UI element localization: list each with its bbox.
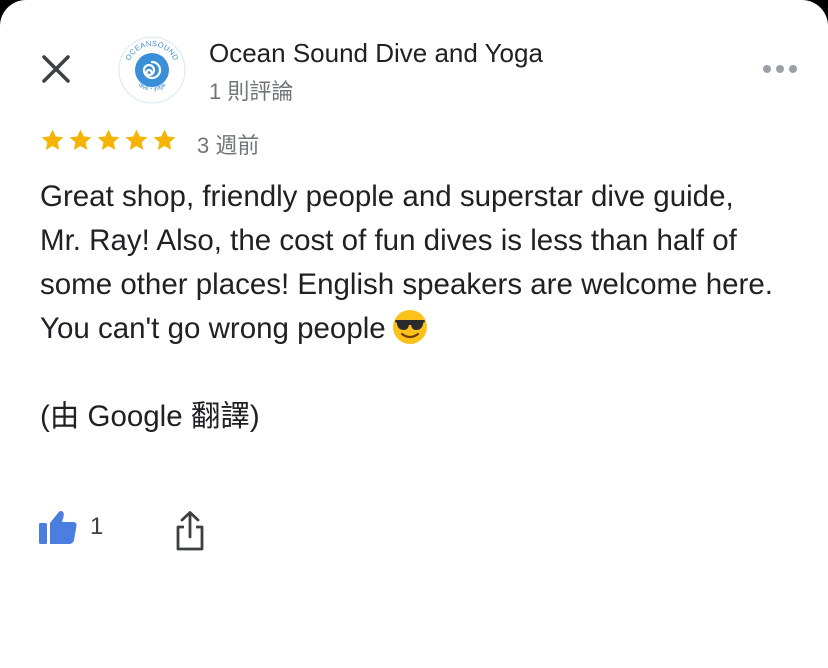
star-icon [153,129,176,150]
close-icon [42,55,70,83]
close-button[interactable] [36,49,76,89]
place-logo: OCEANSOUND dive・yoga [118,36,186,104]
translation-note: (由 Google 翻譯) [40,400,260,433]
like-count: 1 [90,513,104,540]
star-icon [125,129,148,150]
sunglasses-emoji-icon [392,310,427,344]
more-horizontal-icon [763,65,797,73]
star-icon [69,129,92,150]
thumbs-up-icon [39,511,77,544]
star-icon [41,129,64,150]
review-text: Great shop, friendly people and supersta… [40,175,780,351]
more-options-button[interactable] [760,55,800,83]
review-card: OCEANSOUND dive・yoga Ocean Sound Dive an… [0,0,828,668]
place-name[interactable]: Ocean Sound Dive and Yoga [209,38,543,69]
star-icon [97,129,120,150]
review-count: 1 則評論 [209,79,294,104]
star-rating [40,128,177,153]
share-button[interactable] [172,510,208,552]
share-icon [176,511,204,551]
review-time: 3 週前 [197,133,260,158]
like-button[interactable]: 1 [38,509,103,545]
